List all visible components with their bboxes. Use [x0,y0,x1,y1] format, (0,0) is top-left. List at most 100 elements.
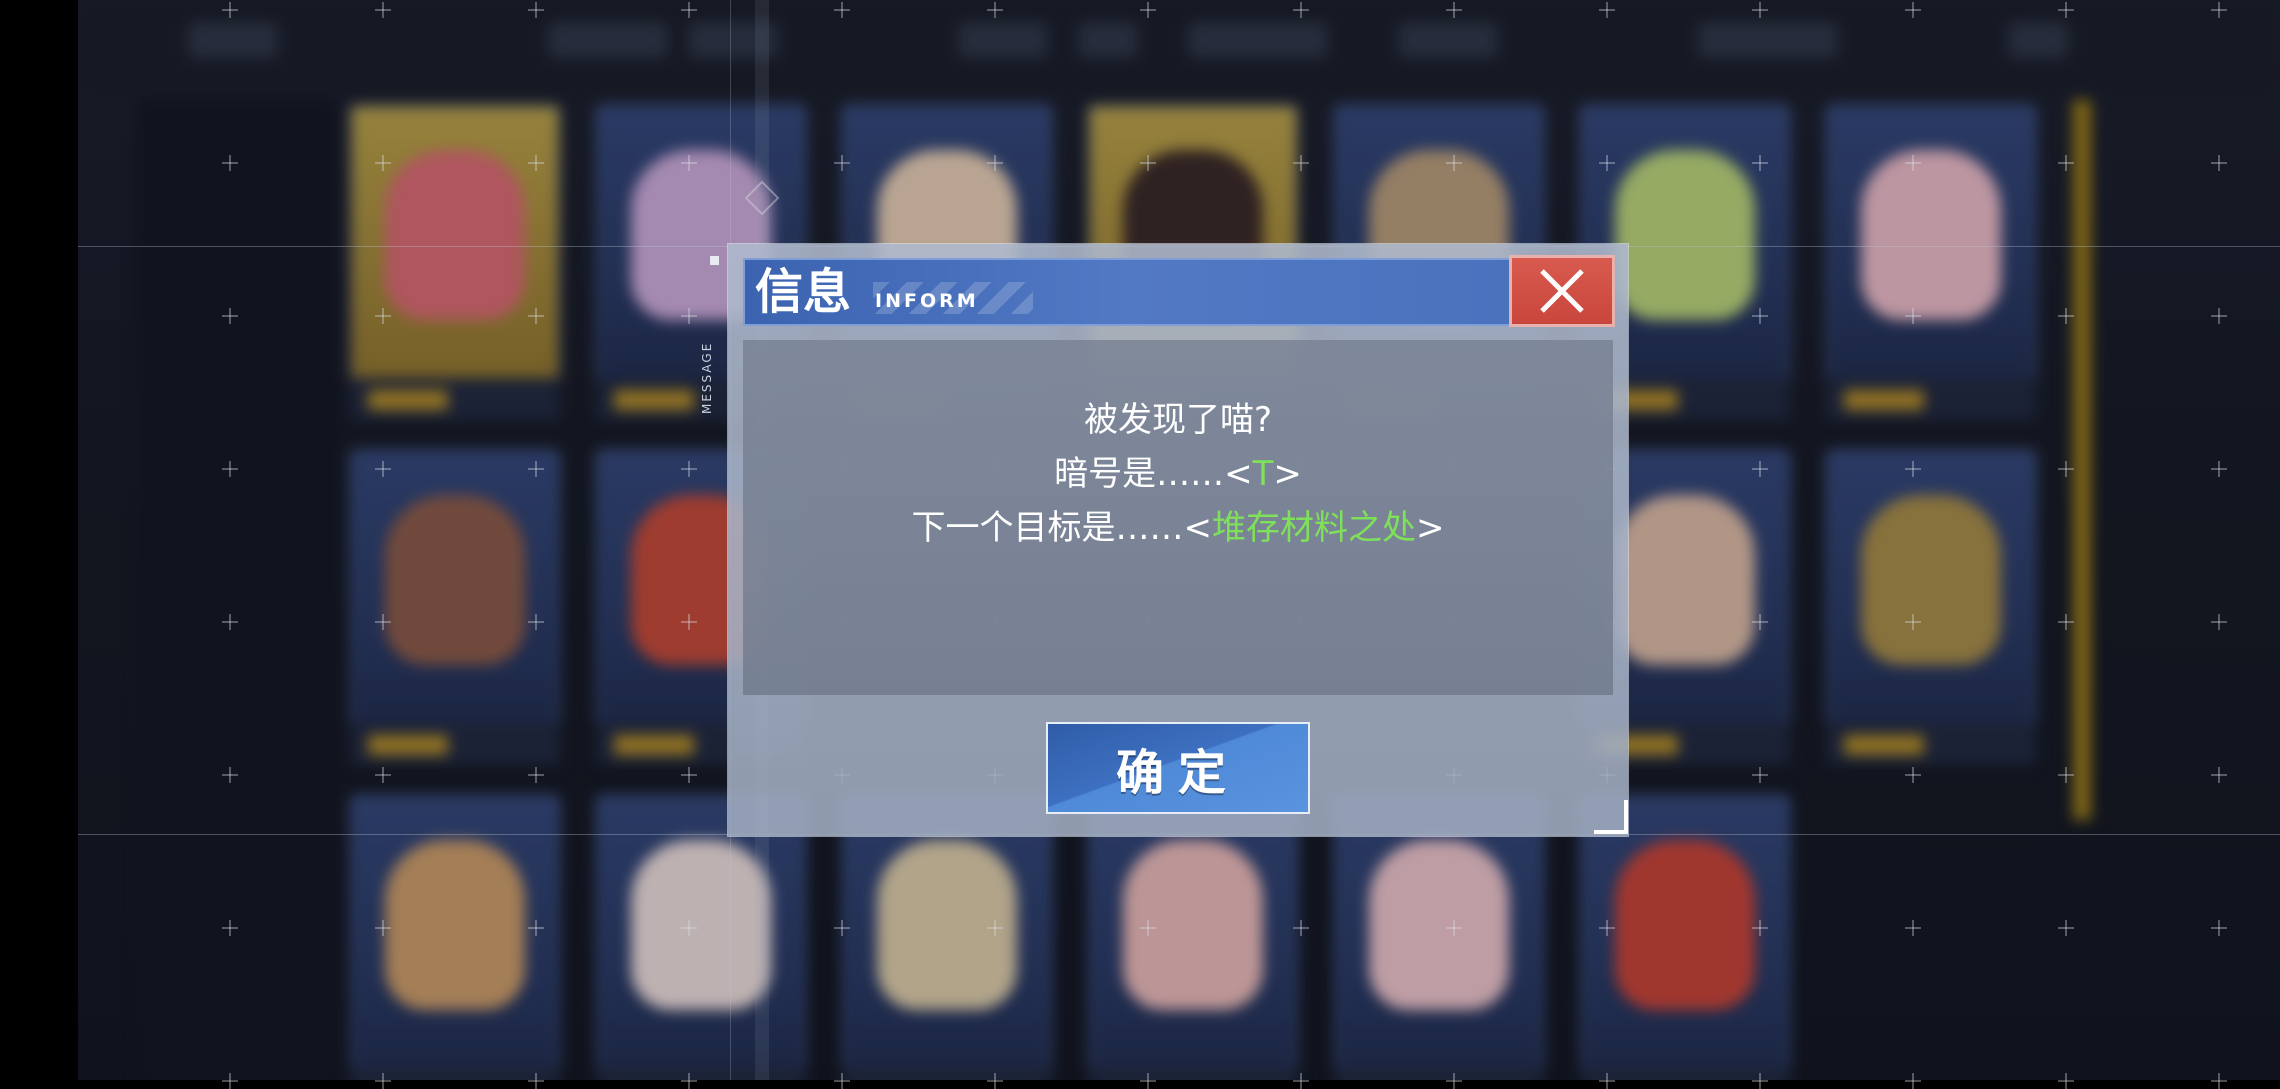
crosshair-mark [1905,1073,1921,1089]
crosshair-mark [2058,614,2074,630]
crosshair-mark [1752,920,1768,936]
crosshair-mark [375,155,391,171]
screen-left-border [0,0,78,1080]
crosshair-mark [1905,767,1921,783]
crosshair-mark [375,461,391,477]
crosshair-mark [1599,1073,1615,1089]
crosshair-mark [375,1073,391,1089]
crosshair-mark [1905,920,1921,936]
crosshair-mark [1599,2,1615,18]
crosshair-mark [2211,308,2227,324]
message-line-2: 暗号是……<T> [743,454,1613,494]
crosshair-mark [2211,1073,2227,1089]
crosshair-mark [1293,1073,1309,1089]
close-icon [1540,269,1584,313]
crosshair-mark [1599,920,1615,936]
side-tag-marker [710,256,719,265]
message-line-3-prefix: 下一个目标是……< [911,508,1213,548]
crosshair-mark [1752,461,1768,477]
crosshair-mark [528,1073,544,1089]
crosshair-mark [528,2,544,18]
crosshair-mark [987,1073,1003,1089]
crosshair-mark [1140,2,1156,18]
crosshair-mark [2211,2,2227,18]
crosshair-mark [987,2,1003,18]
crosshair-mark [2058,308,2074,324]
crosshair-mark [987,920,1003,936]
crosshair-mark [1293,2,1309,18]
crosshair-mark [2211,614,2227,630]
crosshair-mark [1446,155,1462,171]
crosshair-mark [1752,767,1768,783]
crosshair-mark [222,920,238,936]
crosshair-mark [1599,155,1615,171]
crosshair-mark [681,614,697,630]
crosshair-mark [528,614,544,630]
crosshair-mark [222,767,238,783]
confirm-button-label: 确定 [1115,745,1240,801]
crosshair-mark [1752,2,1768,18]
crosshair-mark [2058,2,2074,18]
dialog-title-sub: INFORM [875,290,979,312]
crosshair-mark [1905,614,1921,630]
crosshair-mark [834,920,850,936]
crosshair-mark [1293,155,1309,171]
crosshair-mark [1140,1073,1156,1089]
crosshair-mark [222,614,238,630]
crosshair-mark [1905,308,1921,324]
message-line-2-prefix: 暗号是……< [1054,454,1253,494]
crosshair-mark [2058,920,2074,936]
crosshair-mark [1446,920,1462,936]
crosshair-mark [1905,155,1921,171]
crosshair-mark [1905,2,1921,18]
side-tag-label: MESSAGE [700,341,714,414]
crosshair-mark [2211,767,2227,783]
crosshair-mark [1446,2,1462,18]
crosshair-mark [375,920,391,936]
crosshair-mark [987,155,1003,171]
crosshair-mark [2058,1073,2074,1089]
crosshair-mark [2058,461,2074,477]
crosshair-mark [681,2,697,18]
crosshair-mark [528,155,544,171]
crosshair-mark [1752,614,1768,630]
dialog-content: 被发现了喵? 暗号是……<T> 下一个目标是……<堆存材料之处> [743,340,1613,695]
crosshair-mark [2211,155,2227,171]
crosshair-mark [1293,920,1309,936]
crosshair-mark [1905,461,1921,477]
crosshair-mark [834,2,850,18]
target-highlight: 堆存材料之处 [1212,508,1416,548]
crosshair-mark [834,155,850,171]
crosshair-mark [222,461,238,477]
message-line-2-suffix: > [1273,454,1302,494]
crosshair-mark [222,155,238,171]
crosshair-mark [681,767,697,783]
crosshair-mark [1140,920,1156,936]
diamond-icon [744,180,780,216]
crosshair-mark [1140,155,1156,171]
crosshair-mark [2058,155,2074,171]
crosshair-mark [681,155,697,171]
crosshair-mark [681,461,697,477]
message-dialog: MESSAGE 信息 INFORM 被发现了喵? 暗号是……<T> 下一个目标是… [700,180,1628,836]
crosshair-mark [528,767,544,783]
crosshair-mark [375,767,391,783]
crosshair-mark [2211,920,2227,936]
crosshair-mark [2058,767,2074,783]
corner-bracket-icon [1594,800,1628,834]
crosshair-mark [528,461,544,477]
crosshair-mark [834,1073,850,1089]
dialog-title: 信息 [755,264,852,320]
close-button[interactable] [1509,255,1615,327]
crosshair-mark [1752,1073,1768,1089]
crosshair-mark [375,2,391,18]
confirm-button[interactable]: 确定 [1046,722,1310,814]
crosshair-mark [1446,1073,1462,1089]
crosshair-mark [528,920,544,936]
message-line-1: 被发现了喵? [1083,400,1273,440]
code-highlight: T [1252,454,1274,494]
message-line-3: 下一个目标是……<堆存材料之处> [743,508,1613,548]
crosshair-mark [681,308,697,324]
crosshair-mark [1752,155,1768,171]
crosshair-mark [1752,308,1768,324]
